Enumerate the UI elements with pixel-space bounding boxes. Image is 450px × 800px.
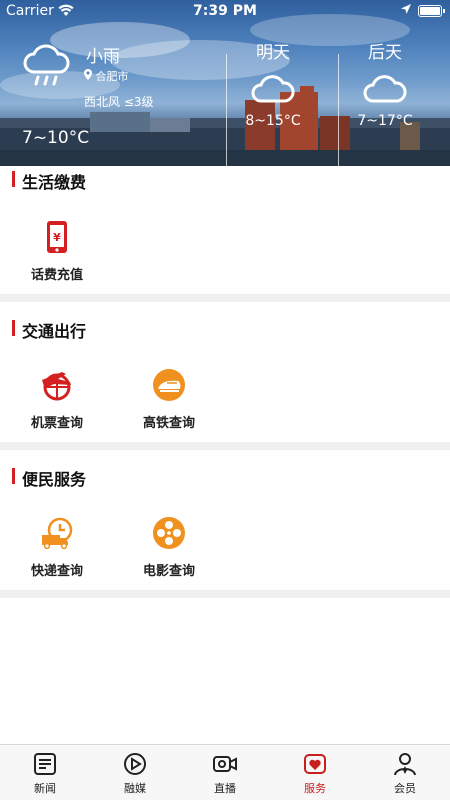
forecast-tomorrow: 明天 8~15°C xyxy=(218,38,328,129)
battery-icon xyxy=(418,5,442,17)
tile-label: 电影查询 xyxy=(142,564,195,579)
tab-label: 会员 xyxy=(394,782,416,795)
media-icon xyxy=(122,751,148,777)
forecast-temp: 7~17°C xyxy=(357,113,413,129)
section-gap xyxy=(0,590,450,598)
today-temp: 7~10°C xyxy=(22,128,90,148)
live-camera-icon xyxy=(212,751,238,777)
film-reel-icon xyxy=(152,516,186,550)
section-title: 生活缴费 xyxy=(22,173,87,192)
tile-label: 高铁查询 xyxy=(142,416,195,431)
high-speed-train-icon xyxy=(152,368,186,402)
weather-banner: Carrier 7:39 PM 小雨 合肥市 西北风 ≤3级 7~10°C 明天 xyxy=(0,0,450,166)
rain-cloud-icon xyxy=(22,44,70,92)
tile-express-delivery[interactable]: 快递查询 xyxy=(12,516,102,579)
section-title: 交通出行 xyxy=(22,322,87,341)
location-arrow-icon xyxy=(400,3,412,19)
tile-label: 快递查询 xyxy=(30,564,83,579)
bottom-tab-bar: 新闻 融媒 直播 服务 会员 xyxy=(0,744,450,800)
section-gap xyxy=(0,294,450,302)
service-heart-icon xyxy=(302,751,328,777)
tab-live[interactable]: 直播 xyxy=(180,751,270,796)
forecast-temp: 8~15°C xyxy=(245,113,301,129)
tab-label: 融媒 xyxy=(124,782,146,795)
forecast-label: 明天 xyxy=(256,43,290,63)
svg-text:¥: ¥ xyxy=(53,231,61,244)
member-icon xyxy=(392,751,418,777)
forecast-label: 后天 xyxy=(368,43,402,63)
cloud-icon xyxy=(218,71,328,109)
today-condition: 小雨 xyxy=(86,47,120,67)
section-marker xyxy=(12,468,15,484)
section-marker xyxy=(12,320,15,336)
status-time: 7:39 PM xyxy=(193,3,257,19)
section-title: 便民服务 xyxy=(22,470,87,489)
tile-phone-recharge[interactable]: ¥ 话费充值 xyxy=(12,220,102,283)
battery-tip xyxy=(443,9,445,13)
status-bar: Carrier 7:39 PM xyxy=(0,0,450,22)
cloud-icon xyxy=(330,71,440,109)
forecast-day-after: 后天 7~17°C xyxy=(330,38,440,129)
tab-member[interactable]: 会员 xyxy=(360,751,450,796)
tile-film[interactable]: 电影查询 xyxy=(124,516,214,579)
location-pin-icon xyxy=(84,69,96,83)
section-marker xyxy=(12,171,15,187)
tile-label: 机票查询 xyxy=(30,416,83,431)
tile-label: 话费充值 xyxy=(30,268,83,283)
tile-high-speed-train[interactable]: 高铁查询 xyxy=(124,368,214,431)
tab-label: 服务 xyxy=(304,782,326,795)
tile-plane-ticket[interactable]: 机票查询 xyxy=(12,368,102,431)
today-wind: 西北风 ≤3级 xyxy=(84,95,154,109)
tab-label: 直播 xyxy=(214,782,236,795)
tab-news[interactable]: 新闻 xyxy=(0,751,90,796)
tab-service[interactable]: 服务 xyxy=(270,751,360,796)
news-icon xyxy=(32,751,58,777)
plane-ticket-icon xyxy=(40,368,74,402)
section-transport: 交通出行 机票查询 高铁查询 xyxy=(0,302,450,442)
section-bill-payment: 生活缴费 ¥ 话费充值 xyxy=(0,166,450,294)
tab-media[interactable]: 融媒 xyxy=(90,751,180,796)
tab-label: 新闻 xyxy=(34,782,56,795)
phone-recharge-icon: ¥ xyxy=(40,220,74,254)
city-name: 合肥市 xyxy=(95,70,129,83)
today-city: 合肥市 xyxy=(84,68,129,84)
express-delivery-icon xyxy=(40,516,74,550)
section-gap xyxy=(0,442,450,450)
section-convenience: 便民服务 快递查询 电影查询 xyxy=(0,450,450,590)
